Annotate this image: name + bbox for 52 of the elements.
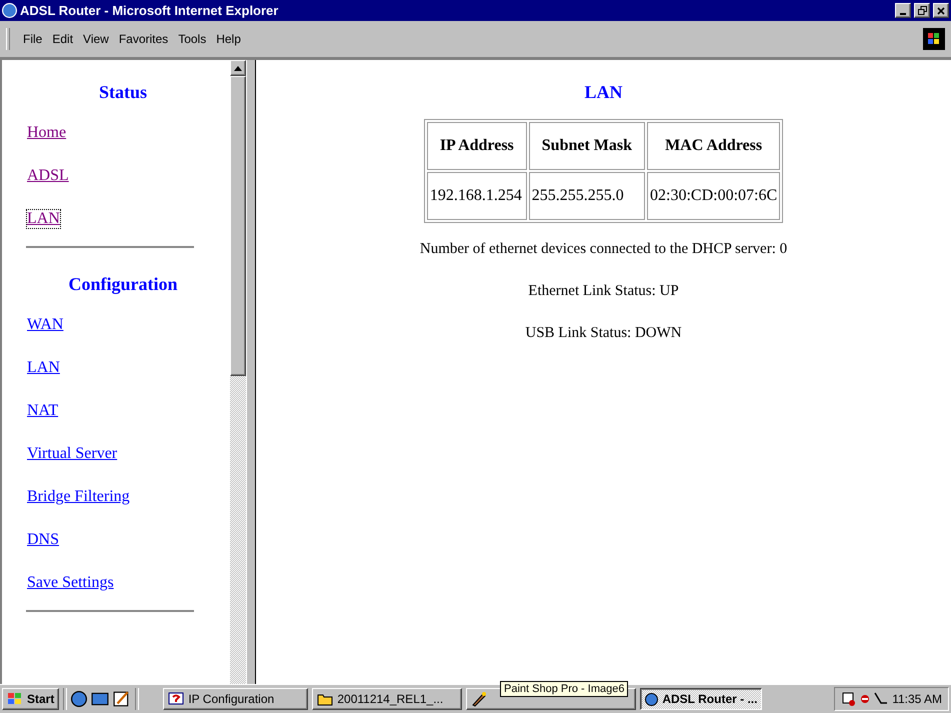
menu-item[interactable]: Tools xyxy=(173,30,212,48)
browser-icon[interactable] xyxy=(71,691,88,707)
nav-link[interactable]: ADSL xyxy=(26,166,70,186)
taskbar-button[interactable]: ADSL Router - ... xyxy=(640,688,762,710)
clock: 11:35 AM xyxy=(892,692,942,706)
window-title: ADSL Router - Microsoft Internet Explorer xyxy=(20,3,280,18)
section-heading: Configuration xyxy=(67,274,178,295)
windows-logo-icon xyxy=(7,692,23,706)
browser-icon xyxy=(2,3,17,18)
network-icon[interactable] xyxy=(841,691,858,707)
taskbar-button[interactable]: IP Configuration xyxy=(163,688,308,710)
scroll-up-icon[interactable] xyxy=(230,60,246,76)
nav-link[interactable]: Save Settings xyxy=(26,573,115,593)
nav-link[interactable]: WAN xyxy=(26,315,64,335)
minimize-icon[interactable] xyxy=(895,3,911,18)
scrollbar[interactable] xyxy=(230,60,246,684)
menu-item[interactable]: Help xyxy=(211,30,246,48)
status-text: USB Link Status: DOWN xyxy=(524,325,683,342)
nav-link[interactable]: Home xyxy=(26,123,68,143)
nav-link[interactable]: NAT xyxy=(26,401,60,421)
status-text: Ethernet Link Status: UP xyxy=(527,283,680,300)
desktop-icon[interactable] xyxy=(91,690,110,708)
column-header: Subnet Mask xyxy=(528,122,646,170)
close-icon[interactable] xyxy=(933,3,949,18)
page-title: LAN xyxy=(584,82,622,103)
section-heading: Status xyxy=(98,82,148,103)
nav-link[interactable]: LAN xyxy=(26,209,61,229)
table-cell: 02:30:CD:00:07:6C xyxy=(647,172,780,220)
nav-link[interactable]: LAN xyxy=(26,358,61,378)
menu-item[interactable]: Favorites xyxy=(114,30,174,48)
no-entry-icon[interactable] xyxy=(860,694,870,704)
nav-link[interactable]: DNS xyxy=(26,530,60,550)
taskbar-button[interactable]: 20011214_REL1_... xyxy=(312,688,462,710)
tooltip: Paint Shop Pro - Image6 xyxy=(500,681,628,697)
menu-item[interactable]: File xyxy=(18,30,48,48)
restore-icon[interactable] xyxy=(914,3,930,18)
menu-item[interactable]: View xyxy=(78,30,114,48)
column-header: IP Address xyxy=(426,122,527,170)
folder-icon xyxy=(317,692,334,706)
browser-icon xyxy=(645,692,658,706)
nav-link[interactable]: Virtual Server xyxy=(26,444,118,464)
nav-link[interactable]: Bridge Filtering xyxy=(26,487,131,507)
brush-icon xyxy=(471,691,488,707)
status-text: Number of ethernet devices connected to the DHCP server: 0 xyxy=(420,241,788,258)
menu-item[interactable]: Edit xyxy=(47,30,78,48)
windows-logo-icon xyxy=(923,28,945,50)
start-button[interactable]: Start xyxy=(2,688,60,710)
table-cell: 255.255.255.0 xyxy=(528,172,646,220)
column-header: MAC Address xyxy=(647,122,780,170)
table-cell: 192.168.1.254 xyxy=(426,172,527,220)
scroll-thumb[interactable] xyxy=(230,76,246,376)
help-window-icon xyxy=(168,691,184,707)
